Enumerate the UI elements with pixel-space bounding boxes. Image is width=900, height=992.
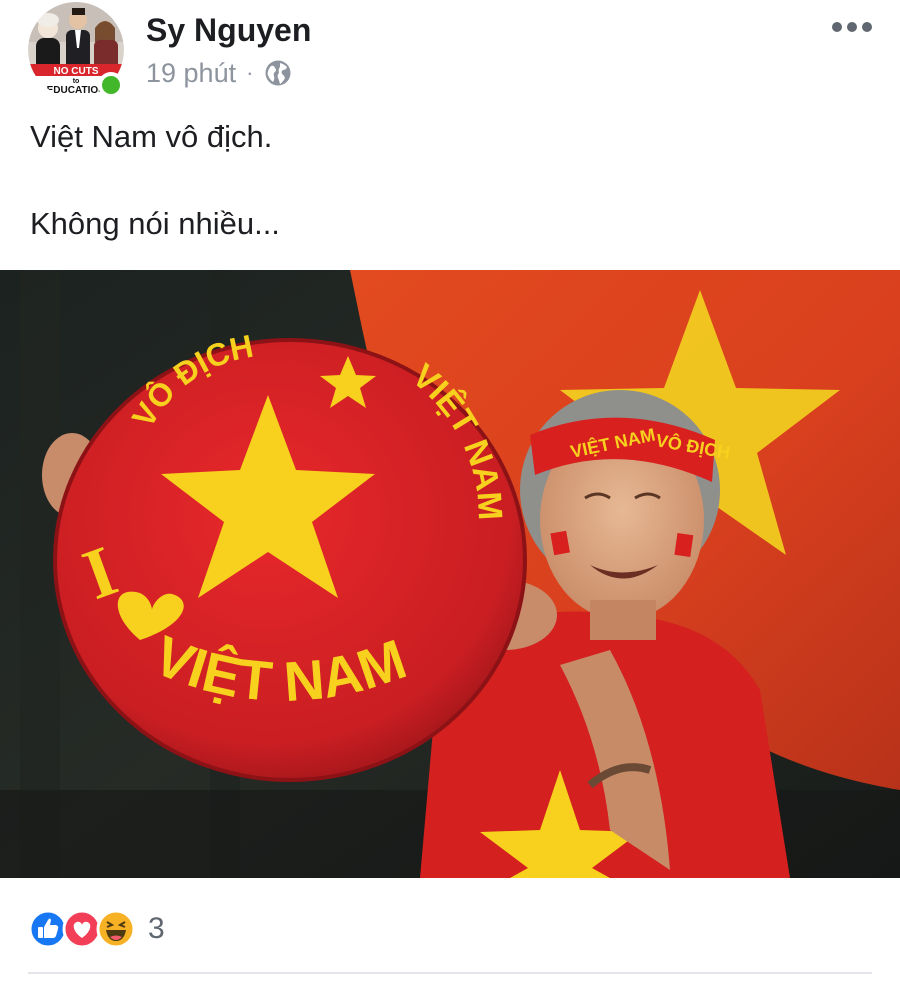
meta-separator: · — [246, 60, 254, 85]
reaction-count: 3 — [148, 912, 165, 945]
author-name[interactable]: Sy Nguyen — [146, 12, 311, 49]
more-options-button[interactable] — [832, 22, 872, 32]
avatar-sign-text-2: to — [73, 78, 80, 85]
post-photo[interactable]: VIỆT NAM VÔ ĐỊCH VÔ ĐỊCH VIỆT NAM I VIỆT… — [0, 270, 900, 878]
post-text-line-1: Việt Nam vô địch. — [30, 119, 273, 154]
avatar-sign-text-3: EDUCATION — [47, 85, 106, 96]
post-meta: 19 phút · — [146, 56, 293, 90]
reaction-icons — [28, 909, 136, 949]
online-status-indicator — [98, 72, 124, 98]
facebook-post: NO CUTS to EDUCATION Sy Nguyen 19 phút ·… — [0, 0, 900, 992]
post-divider — [28, 972, 872, 974]
avatar-sign-text-1: NO CUTS — [54, 66, 99, 77]
globe-icon[interactable] — [263, 58, 293, 88]
reactions-summary[interactable]: 3 — [28, 906, 165, 952]
haha-icon — [96, 909, 136, 949]
more-horizontal-icon — [832, 22, 842, 32]
post-time[interactable]: 19 phút — [146, 58, 236, 89]
author-avatar[interactable]: NO CUTS to EDUCATION — [28, 2, 124, 98]
post-text-line-2: Không nói nhiều... — [30, 206, 280, 241]
